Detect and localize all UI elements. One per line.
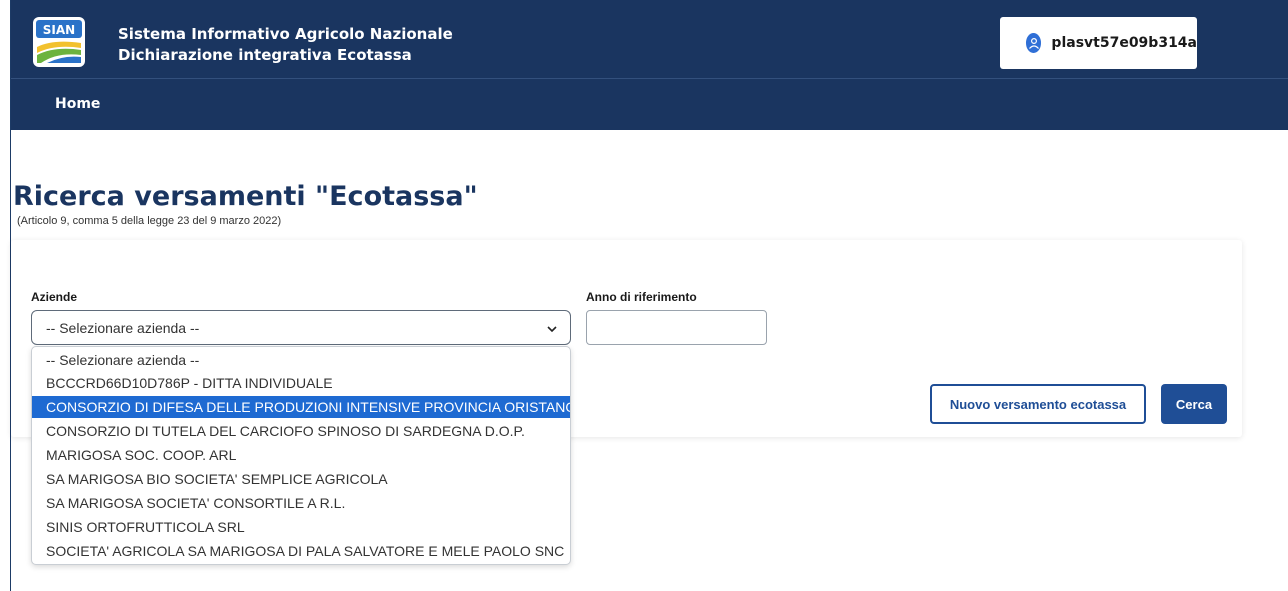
dropdown-option[interactable]: SOCIETA' AGRICOLA SA MARIGOSA DI PALA SA… [32, 540, 570, 562]
dropdown-option[interactable]: SA MARIGOSA SOCIETA' CONSORTILE A R.L. [32, 492, 570, 514]
app-subtitle: Dichiarazione integrativa Ecotassa [118, 46, 412, 64]
dropdown-option-highlighted[interactable]: CONSORZIO DI DIFESA DELLE PRODUZIONI INT… [32, 396, 570, 418]
header-top-bar: SIAN Sistema Informativo Agricolo Nazion… [11, 0, 1288, 79]
anno-input[interactable] [586, 310, 767, 345]
app-title: Sistema Informativo Agricolo Nazionale [118, 25, 453, 43]
user-name: plasvt57e09b314a [1051, 35, 1197, 51]
aziende-selected-value: -- Selezionare azienda -- [46, 319, 200, 336]
app-header: SIAN Sistema Informativo Agricolo Nazion… [11, 0, 1288, 130]
aziende-select[interactable]: -- Selezionare azienda -- [31, 310, 571, 345]
cerca-button[interactable]: Cerca [1161, 384, 1227, 424]
sian-logo[interactable]: SIAN [33, 17, 85, 67]
anno-label: Anno di riferimento [586, 290, 697, 304]
app-name: Sistema Informativo Agricolo Nazionale D… [118, 24, 453, 66]
dropdown-option[interactable]: CONSORZIO DI TUTELA DEL CARCIOFO SPINOSO… [32, 420, 570, 442]
page-title: Ricerca versamenti "Ecotassa" [13, 181, 478, 212]
dropdown-option[interactable]: -- Selezionare azienda -- [32, 349, 570, 371]
dropdown-option[interactable]: BCCCRD66D10D786P - DITTA INDIVIDUALE [32, 372, 570, 394]
aziende-dropdown-list: -- Selezionare azienda -- BCCCRD66D10D78… [31, 346, 571, 565]
dropdown-option[interactable]: SA MARIGOSA BIO SOCIETA' SEMPLICE AGRICO… [32, 468, 570, 490]
dropdown-option[interactable]: MARIGOSA SOC. COOP. ARL [32, 444, 570, 466]
nuovo-versamento-button[interactable]: Nuovo versamento ecotassa [930, 384, 1146, 424]
logo-text: SIAN [43, 23, 75, 37]
user-menu[interactable]: plasvt57e09b314a [1000, 17, 1197, 69]
main-nav: Home [11, 80, 1288, 130]
aziende-label: Aziende [31, 290, 78, 304]
chevron-down-icon [546, 322, 558, 334]
dropdown-option[interactable]: SINIS ORTOFRUTTICOLA SRL [32, 516, 570, 538]
nav-home-link[interactable]: Home [55, 96, 100, 112]
page-subtitle: (Articolo 9, comma 5 della legge 23 del … [17, 215, 282, 227]
user-icon [1026, 33, 1042, 53]
